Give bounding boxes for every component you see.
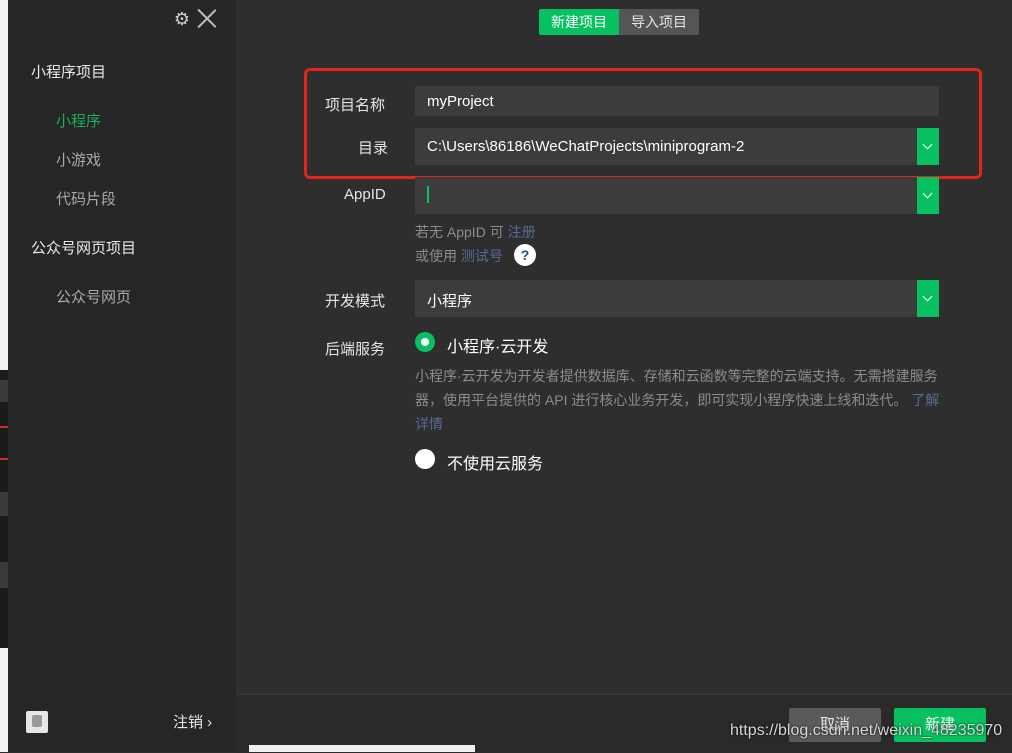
tab-new-project[interactable]: 新建项目 — [539, 9, 619, 35]
dev-mode-select[interactable]: 小程序 — [415, 280, 939, 317]
appid-test-hint: 或使用 测试号 — [415, 246, 503, 266]
sidebar-item-minigame[interactable]: 小游戏 — [56, 149, 101, 170]
sidebar-item-code-snippet[interactable]: 代码片段 — [56, 188, 116, 209]
appid-input[interactable] — [415, 177, 939, 214]
register-link[interactable]: 注册 — [508, 224, 536, 240]
project-tabs: 新建项目 导入项目 — [539, 9, 699, 35]
close-icon[interactable] — [196, 7, 218, 29]
appid-label: AppID — [344, 186, 386, 203]
avatar[interactable] — [26, 711, 48, 733]
radio-no-cloud-label[interactable]: 不使用云服务 — [447, 450, 543, 474]
background-window-strip — [0, 0, 8, 752]
cloud-dev-description-text: 小程序·云开发为开发者提供数据库、存储和云函数等完整的云端支持。无需搭建服务器，… — [415, 368, 938, 408]
highlight-box — [304, 68, 982, 179]
radio-cloud-dev-label[interactable]: 小程序·云开发 — [447, 333, 548, 357]
chevron-down-icon — [922, 188, 933, 199]
watermark: https://blog.csdn.net/weixin_48235970 — [730, 722, 1003, 739]
tab-import-project[interactable]: 导入项目 — [619, 9, 699, 35]
section-title-miniprogram: 小程序项目 — [31, 64, 107, 81]
cloud-dev-description: 小程序·云开发为开发者提供数据库、存储和云函数等完整的云端支持。无需搭建服务器，… — [415, 364, 940, 436]
radio-no-cloud[interactable] — [415, 449, 435, 469]
appid-hint-text: 若无 AppID 可 — [415, 224, 504, 240]
dev-mode-value: 小程序 — [427, 293, 473, 310]
sidebar-item-official-webpage[interactable]: 公众号网页 — [56, 286, 131, 307]
dev-mode-label: 开发模式 — [325, 293, 386, 310]
appid-dropdown-button[interactable] — [917, 177, 939, 214]
chevron-down-icon — [922, 291, 933, 302]
backend-label: 后端服务 — [325, 341, 386, 358]
sidebar-item-miniprogram[interactable]: 小程序 — [56, 110, 101, 131]
help-icon[interactable]: ? — [514, 244, 536, 266]
background-window-strip-bottom — [249, 745, 475, 752]
settings-icon[interactable]: ⚙ — [172, 9, 192, 29]
appid-alt-text: 或使用 — [415, 248, 457, 264]
sidebar: ⚙ 小程序项目 小程序 小游戏 代码片段 公众号网页项目 公众号网页 注销 › — [8, 0, 236, 752]
dev-mode-dropdown-button[interactable] — [917, 280, 939, 317]
appid-register-hint: 若无 AppID 可 注册 — [415, 222, 536, 242]
test-account-link[interactable]: 测试号 — [461, 248, 503, 264]
logout-button[interactable]: 注销 › — [173, 711, 212, 732]
text-cursor — [427, 186, 429, 203]
radio-cloud-dev[interactable] — [415, 332, 435, 352]
section-title-official-account: 公众号网页项目 — [31, 240, 137, 257]
